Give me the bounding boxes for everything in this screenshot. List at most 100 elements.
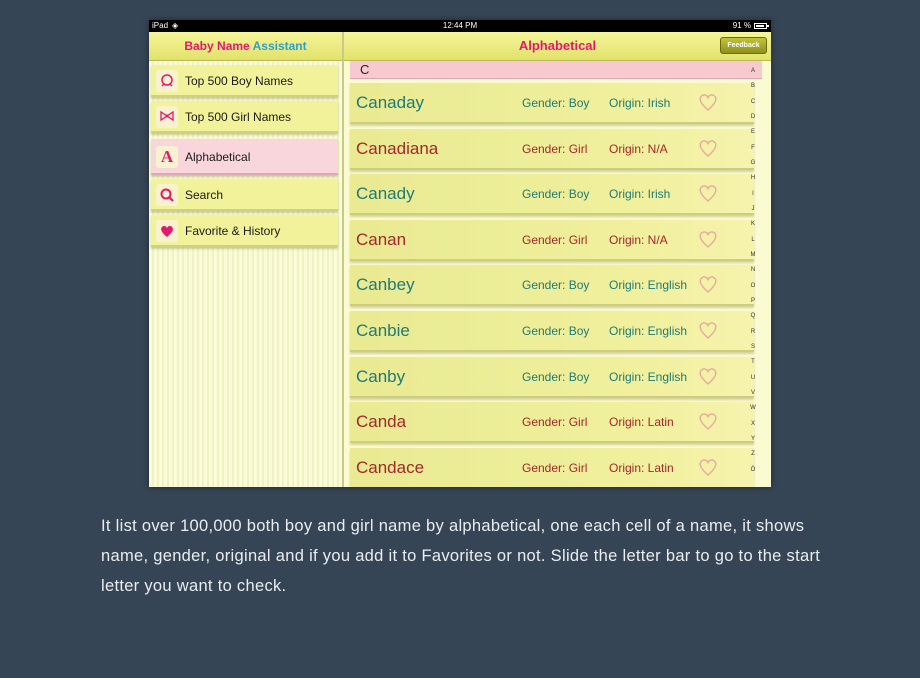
favorite-heart-icon[interactable] [697, 91, 719, 113]
magnifier-icon [156, 184, 178, 206]
sidebar-item-top-boy-names[interactable]: Top 500 Boy Names [151, 65, 338, 97]
gender-label: Gender: Girl [522, 233, 588, 247]
heart-icon [156, 220, 178, 242]
sidebar-item-label: Top 500 Girl Names [185, 110, 292, 124]
origin-label: Origin: Irish [609, 187, 671, 201]
list-item[interactable]: Canadiana Gender: Girl Origin: N/A [350, 129, 754, 170]
origin-label: Origin: English [609, 324, 688, 338]
sidebar: Top 500 Boy Names Top 500 Girl Names A A… [149, 61, 342, 487]
origin-label: Origin: English [609, 278, 688, 292]
index-letter[interactable]: W [748, 404, 758, 412]
sidebar-item-label: Top 500 Boy Names [185, 74, 294, 88]
index-letter[interactable]: J [748, 205, 758, 213]
origin-label: Origin: N/A [609, 233, 668, 247]
index-letter[interactable]: B [748, 82, 758, 90]
index-letter[interactable]: N [748, 266, 758, 274]
gender-label: Gender: Girl [522, 142, 588, 156]
baby-name: Canaday [356, 93, 425, 112]
list-item[interactable]: Canby Gender: Boy Origin: English [350, 357, 754, 398]
index-letter[interactable]: H [748, 174, 758, 182]
description-caption: It list over 100,000 both boy and girl n… [101, 517, 821, 595]
favorite-heart-icon[interactable] [697, 137, 719, 159]
list-item[interactable]: Canbie Gender: Boy Origin: English [350, 311, 754, 352]
name-list[interactable]: C Canaday Gender: Boy Origin: Irish Cana… [344, 61, 771, 487]
index-letter[interactable]: R [748, 328, 758, 336]
sidebar-item-label: Search [185, 188, 224, 202]
battery-icon [754, 23, 769, 29]
gender-label: Gender: Girl [522, 415, 588, 429]
app-title-bar: Baby Name Assistant [149, 32, 342, 61]
favorite-heart-icon[interactable] [697, 365, 719, 387]
index-letter[interactable]: X [748, 420, 758, 428]
baby-name: Canbie [356, 321, 410, 340]
origin-label: Origin: Latin [609, 461, 674, 475]
girl-bow-icon [156, 106, 178, 128]
list-item[interactable]: Canaday Gender: Boy Origin: Irish [350, 83, 754, 124]
clock: 12:44 PM [442, 21, 478, 30]
index-letter[interactable]: U [748, 374, 758, 382]
baby-name: Canby [356, 367, 406, 386]
sidebar-item-label: Favorite & History [185, 224, 281, 238]
index-letter[interactable]: I [748, 190, 758, 198]
index-letter[interactable]: C [748, 98, 758, 106]
index-letter[interactable]: A [748, 67, 758, 75]
letter-a-icon: A [156, 146, 178, 168]
index-letter[interactable]: Ö [748, 466, 758, 474]
index-letter[interactable]: K [748, 220, 758, 228]
favorite-heart-icon[interactable] [697, 319, 719, 341]
favorite-heart-icon[interactable] [697, 182, 719, 204]
letter-index-bar[interactable]: ABCDEFGHIJKLMNOPQRSTUVWXYZÖ [748, 67, 758, 481]
gender-label: Gender: Girl [522, 461, 588, 475]
sidebar-item-top-girl-names[interactable]: Top 500 Girl Names [151, 101, 338, 133]
favorite-heart-icon[interactable] [697, 228, 719, 250]
index-letter[interactable]: M [748, 251, 758, 259]
main-nav-bar: Alphabetical Feedback [344, 32, 771, 61]
index-letter[interactable]: O [748, 282, 758, 290]
origin-label: Origin: English [609, 370, 688, 384]
list-item[interactable]: Canda Gender: Girl Origin: Latin [350, 402, 754, 443]
index-letter[interactable]: S [748, 343, 758, 351]
ipad-screen: iPad ◈ 12:44 PM 91 % Baby Name Assistant… [149, 20, 771, 487]
gender-label: Gender: Boy [522, 96, 590, 110]
gender-label: Gender: Boy [522, 187, 590, 201]
origin-label: Origin: Irish [609, 96, 671, 110]
list-item[interactable]: Candace Gender: Girl Origin: Latin [350, 448, 754, 487]
feedback-button[interactable]: Feedback [720, 37, 767, 54]
index-letter[interactable]: Z [748, 450, 758, 458]
favorite-heart-icon[interactable] [697, 273, 719, 295]
gender-label: Gender: Boy [522, 324, 590, 338]
index-letter[interactable]: F [748, 144, 758, 152]
index-letter[interactable]: Y [748, 435, 758, 443]
gender-label: Gender: Boy [522, 278, 590, 292]
status-bar: iPad ◈ 12:44 PM 91 % [149, 20, 771, 32]
index-letter[interactable]: D [748, 113, 758, 121]
gender-label: Gender: Boy [522, 370, 590, 384]
list-item[interactable]: Canbey Gender: Boy Origin: English [350, 265, 754, 306]
baby-name: Canadiana [356, 139, 439, 158]
sidebar-item-alphabetical[interactable]: A Alphabetical [151, 139, 338, 175]
sidebar-item-favorite-history[interactable]: Favorite & History [151, 215, 338, 247]
index-letter[interactable]: G [748, 159, 758, 167]
index-letter[interactable]: Q [748, 312, 758, 320]
page-title: Alphabetical [518, 38, 597, 53]
index-letter[interactable]: E [748, 128, 758, 136]
origin-label: Origin: N/A [609, 142, 668, 156]
baby-name: Candace [356, 458, 425, 477]
app-title-part1: Baby Name [184, 39, 250, 53]
baby-name: Canbey [356, 275, 415, 294]
section-letter: C [360, 62, 370, 77]
baby-name: Canady [356, 184, 415, 203]
index-letter[interactable]: V [748, 389, 758, 397]
sidebar-item-search[interactable]: Search [151, 179, 338, 211]
favorite-heart-icon[interactable] [697, 456, 719, 478]
index-letter[interactable]: L [748, 236, 758, 244]
index-letter[interactable]: T [748, 358, 758, 366]
favorite-heart-icon[interactable] [697, 410, 719, 432]
list-item[interactable]: Canady Gender: Boy Origin: Irish [350, 174, 754, 215]
battery-percent: 91 % [732, 21, 751, 30]
list-item[interactable]: Canan Gender: Girl Origin: N/A [350, 220, 754, 261]
index-letter[interactable]: P [748, 297, 758, 305]
baby-name: Canda [356, 412, 407, 431]
section-header: C [350, 61, 762, 79]
boy-face-icon [156, 70, 178, 92]
